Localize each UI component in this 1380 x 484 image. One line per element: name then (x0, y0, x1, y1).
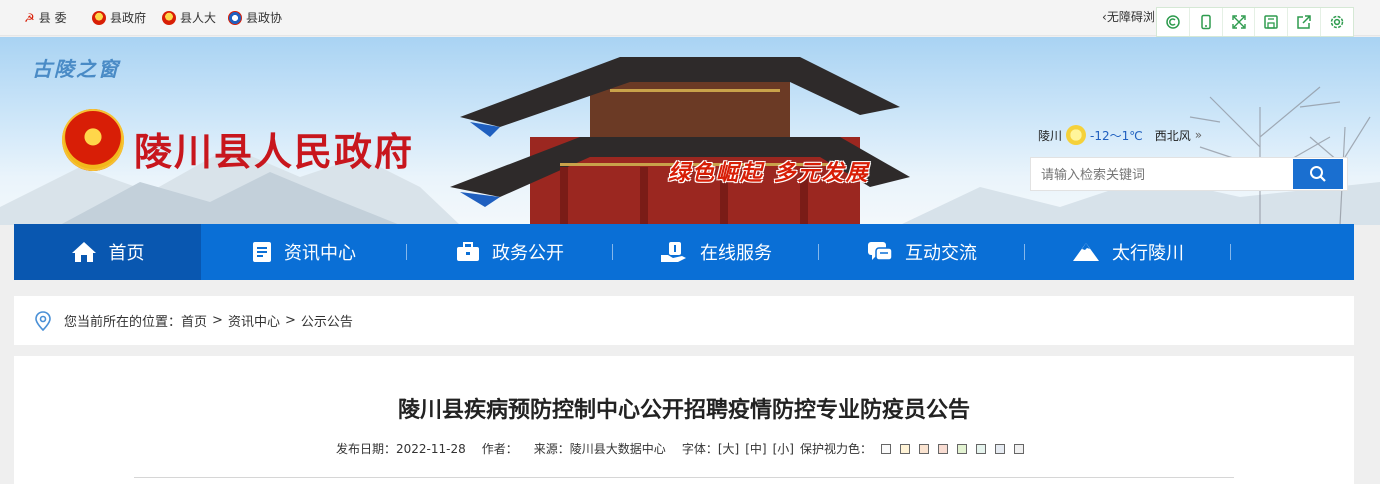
topbar-link-label: 县人大 (180, 11, 217, 25)
top-bar: ☭ 县 委 县政府 县人大 县政协 ‹无障碍浏 (0, 0, 1380, 37)
topbar-link-congress[interactable]: 县人大 (162, 9, 216, 26)
more-arrow-icon[interactable]: » (1195, 128, 1202, 142)
nav-item-taihang[interactable]: 太行陵川 (1025, 224, 1231, 280)
breadcrumb-prefix: 您当前所在的位置： (64, 315, 182, 330)
document-icon (252, 241, 272, 263)
winter-tree-image (1189, 86, 1371, 225)
topbar-link-government[interactable]: 县政府 (92, 9, 146, 26)
font-label: 字体： (681, 442, 718, 456)
weather-wind: 西北风 (1154, 128, 1191, 143)
service-hand-icon (660, 241, 688, 263)
weather-widget[interactable]: 陵川 -12～1℃ 西北风 » (1038, 125, 1202, 145)
breadcrumb-separator: > (284, 313, 296, 328)
font-size-medium-button[interactable]: [中] (745, 440, 766, 457)
topbar-link-label: 县政府 (110, 11, 147, 25)
eye-care-label: 保护视力色： (799, 442, 872, 456)
eye-color-swatch[interactable] (994, 443, 1005, 454)
save-icon[interactable] (1255, 8, 1289, 36)
breadcrumb-link-home[interactable]: 首页 (181, 311, 207, 330)
eye-color-swatch[interactable] (937, 443, 948, 454)
source-label: 来源： (533, 442, 570, 456)
national-emblem (62, 109, 124, 171)
eye-color-swatch[interactable] (1013, 443, 1024, 454)
expand-icon[interactable] (1223, 8, 1256, 36)
author-label: 作者： (481, 442, 518, 456)
refresh-icon[interactable] (1157, 8, 1190, 36)
national-emblem-icon (162, 10, 176, 25)
nav-item-label: 资讯中心 (284, 243, 356, 264)
breadcrumb-link-news[interactable]: 资讯中心 (228, 311, 280, 330)
search-box (1030, 157, 1348, 191)
chat-icon (867, 241, 893, 263)
mobile-icon[interactable] (1190, 8, 1223, 36)
header-banner: 古陵之窗 陵川县人民政府 绿色崛起 多元发展 陵川 -12～1℃ 西北风 » (0, 37, 1380, 225)
topbar-link-label: 县 委 (38, 11, 67, 25)
topbar-link-party[interactable]: ☭ 县 委 (24, 9, 67, 26)
national-emblem-icon (92, 10, 106, 25)
search-icon (1310, 166, 1326, 182)
search-button[interactable] (1293, 159, 1343, 189)
topbar-link-cppcc[interactable]: 县政协 (228, 9, 282, 26)
nav-item-label: 互动交流 (905, 243, 977, 264)
eye-color-swatch[interactable] (880, 443, 891, 454)
article-panel: 陵川县疾病预防控制中心公开招聘疫情防控专业防疫员公告 发布日期： 2022-11… (14, 356, 1354, 484)
nav-separator (1230, 244, 1231, 260)
breadcrumb-separator: > (212, 313, 223, 328)
eye-color-swatch[interactable] (918, 443, 929, 454)
eye-color-swatch[interactable] (956, 443, 967, 454)
date-label: 发布日期： (336, 442, 397, 456)
nav-item-label: 在线服务 (700, 243, 772, 264)
home-icon (71, 241, 97, 263)
weather-temp: -12～1℃ (1090, 128, 1143, 143)
site-name: 陵川县人民政府 (134, 129, 415, 174)
article-meta: 发布日期： 2022-11-28 作者： 来源： 陵川县大数据中心 字体： [大… (336, 440, 1024, 457)
font-size-large-button[interactable]: [大] (718, 440, 739, 457)
slogan: 绿色崛起 多元发展 (668, 160, 870, 186)
mountain-icon (1072, 242, 1100, 262)
eye-color-swatch[interactable] (975, 443, 986, 454)
nav-item-label: 政务公开 (492, 243, 564, 264)
weather-city: 陵川 (1038, 128, 1063, 143)
nav-item-gov-affairs[interactable]: 政务公开 (407, 224, 613, 280)
divider (134, 477, 1234, 478)
cppcc-emblem-icon (228, 10, 242, 25)
article-title: 陵川县疾病预防控制中心公开招聘疫情防控专业防疫员公告 (397, 398, 970, 423)
sunny-icon (1066, 125, 1087, 145)
main-nav: 首页 资讯中心 政务公开 在线服务 互动交流 太行陵川 (14, 224, 1354, 280)
briefcase-icon (456, 242, 480, 262)
nav-item-label: 太行陵川 (1112, 243, 1184, 264)
breadcrumb-link-notices[interactable]: 公示公告 (301, 311, 353, 330)
share-icon[interactable] (1288, 8, 1322, 36)
site-logo-text: 古陵之窗 (32, 57, 120, 81)
nav-item-home[interactable]: 首页 (14, 224, 201, 280)
party-flag-icon: ☭ (24, 10, 35, 25)
topbar-link-label: 县政协 (246, 11, 283, 25)
nav-item-news[interactable]: 资讯中心 (201, 224, 407, 280)
breadcrumb: 您当前所在的位置： 首页 > 资讯中心 > 公示公告 (14, 296, 1354, 345)
source-value: 陵川县大数据中心 (569, 442, 666, 456)
nav-item-online-service[interactable]: 在线服务 (613, 224, 819, 280)
location-pin-icon (34, 310, 52, 331)
publish-date: 2022-11-28 (396, 441, 466, 456)
settings-icon[interactable] (1321, 8, 1353, 36)
nav-item-label: 首页 (108, 243, 145, 264)
font-size-small-button[interactable]: [小] (773, 440, 794, 457)
nav-item-interaction[interactable]: 互动交流 (819, 224, 1025, 280)
tower-image (450, 57, 910, 225)
eye-color-swatch[interactable] (899, 443, 910, 454)
search-input[interactable] (1031, 158, 1291, 190)
accessibility-link[interactable]: ‹无障碍浏 (1102, 8, 1155, 25)
toolbar (1156, 7, 1354, 37)
